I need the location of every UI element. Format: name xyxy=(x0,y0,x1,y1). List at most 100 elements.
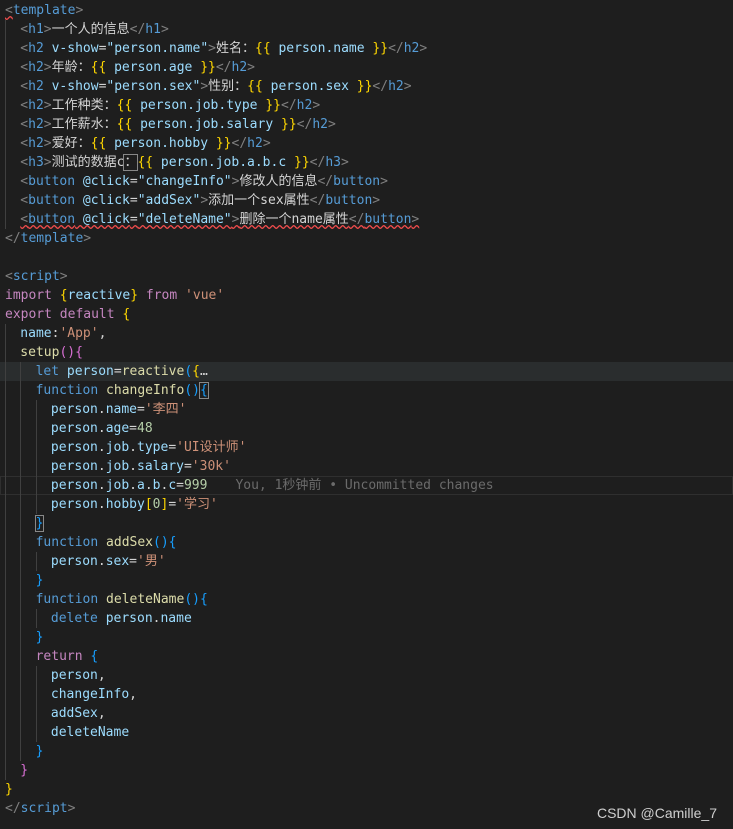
code-line[interactable]: <h2 v-show="person.sex">性别：{{ person.sex… xyxy=(0,77,733,96)
code-token: } xyxy=(130,288,139,303)
code-token: 'App' xyxy=(59,326,99,341)
indent-guide xyxy=(35,438,37,457)
code-token: 999 xyxy=(183,478,208,493)
indent-guide xyxy=(20,533,22,552)
code-line[interactable]: } xyxy=(0,514,733,533)
indent-guide xyxy=(20,628,22,647)
indent-guide xyxy=(35,685,37,704)
code-line[interactable]: delete person.name xyxy=(0,609,733,628)
code-line[interactable]: } xyxy=(0,628,733,647)
code-token: { xyxy=(192,364,200,379)
code-token: < xyxy=(20,79,29,94)
code-line[interactable]: person.job.type='UI设计师' xyxy=(0,438,733,457)
indent-guide xyxy=(20,362,22,381)
code-line[interactable]: <h2>年龄：{{ person.age }}</h2> xyxy=(0,58,733,77)
code-line[interactable]: <template> xyxy=(0,1,733,20)
code-token: () xyxy=(59,345,76,360)
code-line[interactable]: } xyxy=(0,761,733,780)
code-token: script xyxy=(12,269,60,284)
code-line[interactable]: <h3>测试的数据c：{{ person.job.a.b.c }}</h3> xyxy=(0,153,733,172)
code-token: 修改人的信息 xyxy=(239,174,318,189)
indent-guide xyxy=(5,590,6,609)
code-line[interactable]: function deleteName(){ xyxy=(0,590,733,609)
code-line[interactable]: person.sex='男' xyxy=(0,552,733,571)
code-text: let person=reactive({… xyxy=(36,362,208,381)
code-token: '30k' xyxy=(191,459,231,474)
code-line[interactable]: } xyxy=(0,780,733,799)
code-text: <h2 v-show="person.sex">性别：{{ person.sex… xyxy=(20,77,411,96)
code-token: }} xyxy=(281,117,297,132)
code-line[interactable]: <h2 v-show="person.name">姓名：{{ person.na… xyxy=(0,39,733,58)
code-token: . xyxy=(97,478,106,493)
code-token: < xyxy=(20,22,29,37)
code-token: = xyxy=(129,174,138,189)
code-token: = xyxy=(129,554,137,569)
code-token: template xyxy=(20,231,84,246)
indent-guide xyxy=(5,77,6,96)
code-line[interactable]: function addSex(){ xyxy=(0,533,733,552)
code-token: v-show xyxy=(43,41,99,56)
code-token: return xyxy=(35,649,91,664)
git-blame-annotation: You, 1秒钟前 • Uncommitted changes xyxy=(235,478,494,493)
code-line[interactable]: addSex, xyxy=(0,704,733,723)
code-line[interactable] xyxy=(0,248,733,267)
code-line[interactable]: person, xyxy=(0,666,733,685)
code-line[interactable]: <button @click="deleteName">删除一个name属性</… xyxy=(0,210,733,229)
code-line[interactable]: return { xyxy=(0,647,733,666)
code-line[interactable]: person.job.a.b.c=999 You, 1秒钟前 • Uncommit… xyxy=(0,476,733,495)
code-token: person.name xyxy=(270,41,373,56)
code-token: 年龄： xyxy=(51,60,91,75)
code-line[interactable]: </template> xyxy=(0,229,733,248)
code-line[interactable]: <h2>爱好：{{ person.hobby }}</h2> xyxy=(0,134,733,153)
code-token: {{ xyxy=(137,155,154,170)
code-line[interactable]: changeInfo, xyxy=(0,685,733,704)
code-token: person.age xyxy=(106,60,201,75)
indent-guide xyxy=(5,343,6,362)
code-line[interactable]: person.job.salary='30k' xyxy=(0,457,733,476)
code-token: job xyxy=(105,459,130,474)
code-token: c xyxy=(168,478,177,493)
code-token: > xyxy=(200,79,209,94)
code-line[interactable]: person.age=48 xyxy=(0,419,733,438)
indent-guide xyxy=(5,533,6,552)
code-token: > xyxy=(43,117,52,132)
code-token: setup xyxy=(20,345,60,360)
code-token: button xyxy=(325,193,373,208)
code-editor[interactable]: <template> <h1>一个人的信息</h1> <h2 v-show="per… xyxy=(0,0,733,829)
code-token: {{ xyxy=(90,136,107,151)
code-line[interactable]: <button @click="changeInfo">修改人的信息</butt… xyxy=(0,172,733,191)
code-token: { xyxy=(75,345,83,360)
code-line[interactable]: setup(){ xyxy=(0,343,733,362)
code-line[interactable]: <script> xyxy=(0,267,733,286)
code-token: button xyxy=(333,174,381,189)
code-line[interactable]: export default { xyxy=(0,305,733,324)
code-token: </ xyxy=(309,155,326,170)
code-token: import xyxy=(5,288,60,303)
code-text: person.job.a.b.c=999 You, 1秒钟前 • Uncommit… xyxy=(51,476,494,495)
code-line[interactable]: import {reactive} from 'vue' xyxy=(0,286,733,305)
code-token: h1 xyxy=(145,22,161,37)
code-line[interactable]: let person=reactive({… xyxy=(0,362,733,381)
code-text: function changeInfo(){ xyxy=(35,381,209,400)
code-line[interactable]: deleteName xyxy=(0,723,733,742)
code-line[interactable]: name:'App', xyxy=(0,324,733,343)
code-line[interactable]: <button @click="addSex">添加一个sex属性</butto… xyxy=(0,191,733,210)
code-line[interactable]: } xyxy=(0,571,733,590)
code-line[interactable]: function changeInfo(){ xyxy=(0,381,733,400)
code-line[interactable]: <h2>工作种类：{{ person.job.type }}</h2> xyxy=(0,96,733,115)
code-token: . xyxy=(97,440,106,455)
indent-guide xyxy=(5,457,6,476)
code-line[interactable]: person.name='李四' xyxy=(0,400,733,419)
code-token: () xyxy=(184,383,200,398)
code-token: function xyxy=(35,383,107,398)
code-token: script xyxy=(20,801,68,816)
code-token: = xyxy=(129,212,138,227)
code-line[interactable]: person.hobby[0]='学习' xyxy=(0,495,733,514)
code-line[interactable]: <h2>工作薪水：{{ person.job.salary }}</h2> xyxy=(0,115,733,134)
code-token: default xyxy=(59,307,123,322)
code-token: delete xyxy=(50,611,106,626)
indent-guide xyxy=(5,742,6,761)
code-token: {{ xyxy=(116,98,133,113)
code-line[interactable]: <h1>一个人的信息</h1> xyxy=(0,20,733,39)
code-line[interactable]: } xyxy=(0,742,733,761)
